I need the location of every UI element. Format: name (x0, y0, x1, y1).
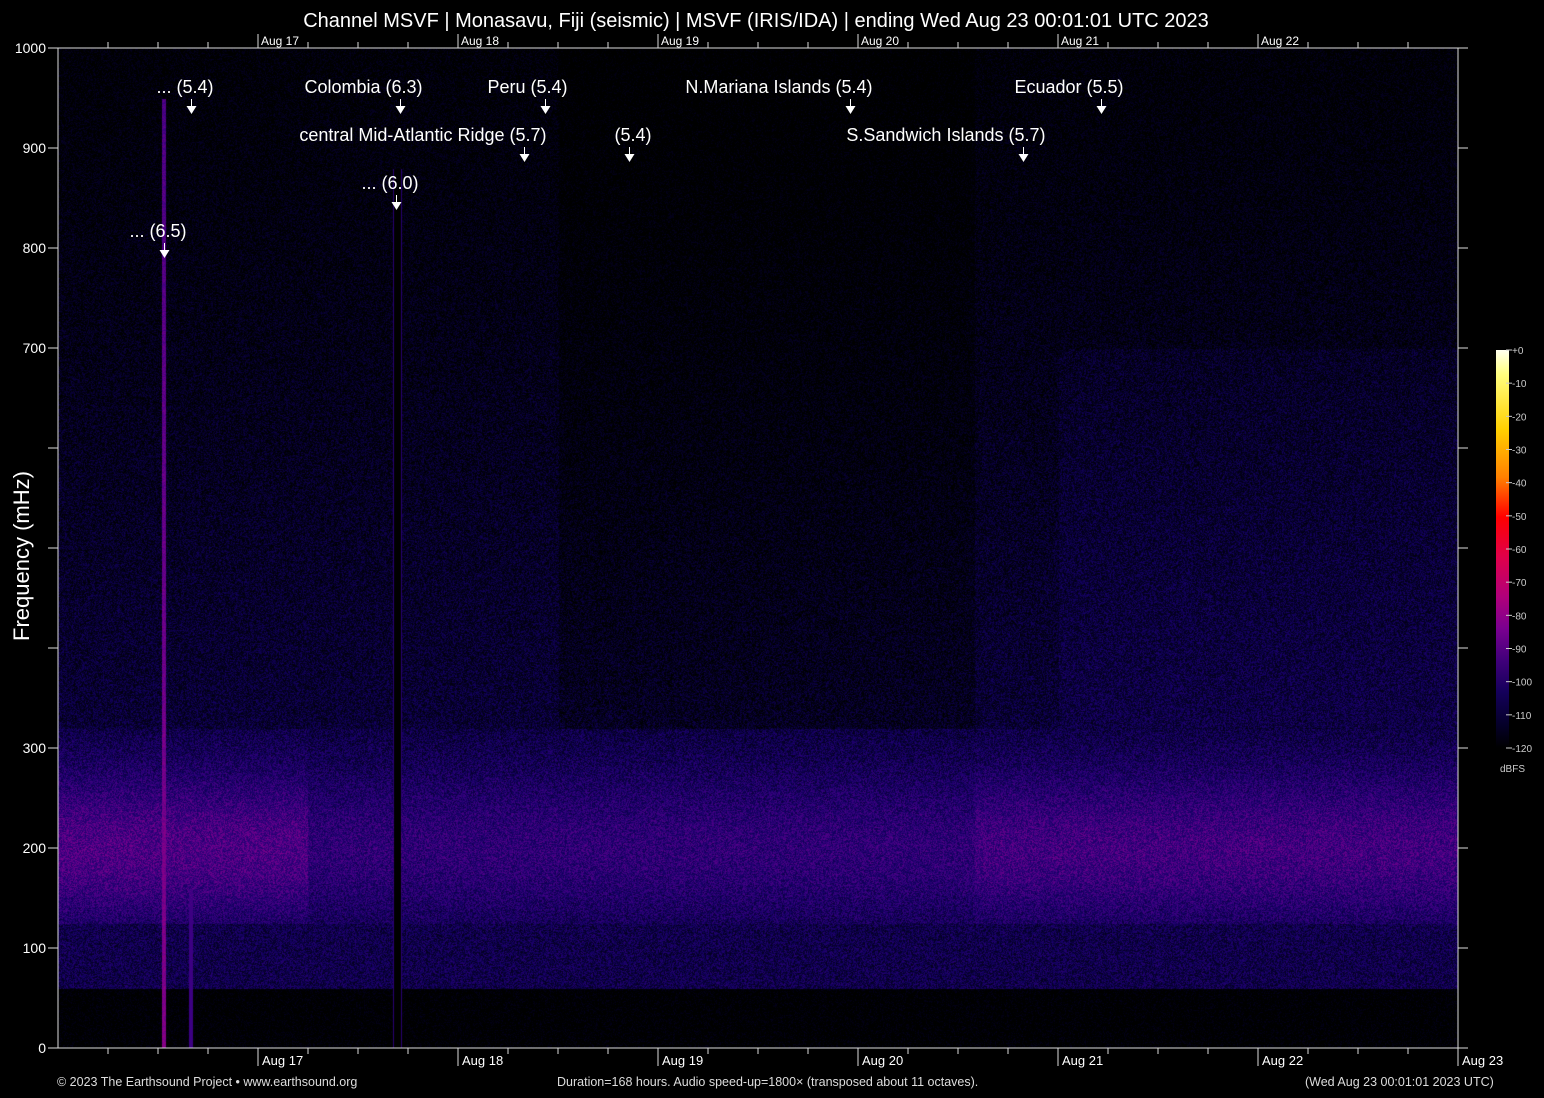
event-label: central Mid-Atlantic Ridge (5.7) (299, 125, 546, 145)
x-top-tick-label: Aug 18 (461, 34, 499, 48)
event-label: ... (6.0) (361, 173, 418, 193)
colorbar-label: dBFS (1500, 764, 1525, 775)
y-tick-label: 800 (23, 240, 47, 256)
x-tick-label: Aug 20 (862, 1053, 903, 1068)
footer-duration: Duration=168 hours. Audio speed-up=1800×… (557, 1075, 978, 1089)
y-tick-label: 300 (23, 740, 47, 756)
event-arrow-icon (392, 202, 402, 210)
x-tick-label: Aug 19 (662, 1053, 703, 1068)
plot-frame (58, 48, 1458, 1048)
event-label: Ecuador (5.5) (1014, 77, 1123, 97)
chart-axes-overlay: 0 100 200 300 700 800 900 1000 Aug 17 Aug 17 Aug 1… (0, 0, 1544, 1098)
colorbar-tick-label: -20 (1512, 412, 1527, 423)
colorbar-tick-label: -30 (1512, 446, 1527, 457)
x-top-tick-label: Aug 21 (1061, 34, 1099, 48)
x-tick-label: Aug 23 (1462, 1053, 1503, 1068)
colorbar-tick-label: -60 (1512, 545, 1527, 556)
x-top-tick-label: Aug 17 (261, 34, 299, 48)
event-arrow-icon (1019, 154, 1029, 162)
event-arrow-icon (846, 106, 856, 114)
event-arrow-icon (396, 106, 406, 114)
y-tick-label: 700 (23, 340, 47, 356)
x-top-tick-label: Aug 22 (1261, 34, 1299, 48)
event-label: ... (6.5) (129, 221, 186, 241)
event-label: N.Mariana Islands (5.4) (685, 77, 872, 97)
colorbar-tick-label: -110 (1512, 711, 1532, 722)
colorbar-tick-label: -120 (1512, 744, 1532, 755)
y-tick-label: 200 (23, 840, 47, 856)
footer-copyright: © 2023 The Earthsound Project • www.eart… (57, 1075, 357, 1089)
colorbar-tick-label: -70 (1512, 578, 1527, 589)
colorbar-tick-label: -40 (1512, 479, 1527, 490)
colorbar-tick-label: -80 (1512, 611, 1527, 622)
y-tick-label: 100 (23, 940, 47, 956)
x-tick-label: Aug 17 (262, 1053, 303, 1068)
colorbar-tick-label: -50 (1512, 512, 1527, 523)
x-top-tick-label: Aug 19 (661, 34, 699, 48)
y-tick-label: 900 (23, 140, 47, 156)
colorbar-tick-label: -100 (1512, 678, 1532, 689)
event-label: ... (5.4) (156, 77, 213, 97)
x-tick-label: Aug 22 (1262, 1053, 1303, 1068)
event-label: (5.4) (614, 125, 651, 145)
event-arrow-icon (187, 106, 197, 114)
x-top-tick-label: Aug 20 (861, 34, 899, 48)
y-tick-label: 0 (38, 1040, 46, 1056)
x-tick-label: Aug 21 (1062, 1053, 1103, 1068)
event-label: S.Sandwich Islands (5.7) (846, 125, 1045, 145)
colorbar-tick-label: -10 (1512, 379, 1527, 390)
event-arrow-icon (625, 154, 635, 162)
footer-timestamp: (Wed Aug 23 00:01:01 2023 UTC) (1305, 1075, 1494, 1089)
event-arrow-icon (520, 154, 530, 162)
colorbar-tick-label: -90 (1512, 645, 1527, 656)
event-arrow-icon (541, 106, 551, 114)
colorbar-tick-label: +0 (1512, 346, 1524, 357)
y-tick-label: 1000 (15, 40, 46, 56)
event-arrow-icon (1097, 106, 1107, 114)
event-label: Peru (5.4) (487, 77, 567, 97)
event-arrow-icon (160, 250, 170, 258)
x-tick-label: Aug 18 (462, 1053, 503, 1068)
event-label: Colombia (6.3) (304, 77, 422, 97)
